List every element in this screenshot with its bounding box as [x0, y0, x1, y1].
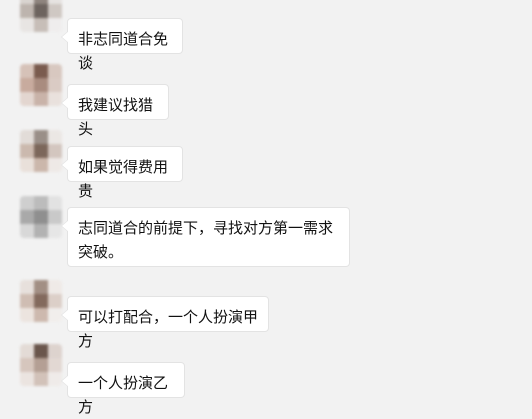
avatar[interactable]: [20, 280, 62, 322]
avatar[interactable]: [20, 130, 62, 172]
message-bubble[interactable]: 一个人扮演乙方: [61, 362, 185, 416]
message-text: 一个人扮演乙方: [78, 374, 169, 416]
message-text: 志同道合的前提下，寻找对方第一需求突破。: [78, 219, 334, 261]
message-bubble[interactable]: 可以打配合，一个人扮演甲方: [61, 296, 269, 350]
avatar[interactable]: [20, 196, 62, 238]
message-row: 非志同道合免谈: [0, 0, 532, 72]
message-bubble[interactable]: 志同道合的前提下，寻找对方第一需求突破。: [61, 207, 350, 267]
avatar[interactable]: [20, 344, 62, 386]
message-row: 一个人扮演乙方: [0, 342, 532, 416]
chat-message-list: 非志同道合免谈 我建议找猎头 如果觉得费用贵 志同道合的前提下，寻找对方第一需求…: [0, 0, 532, 416]
message-row: 我建议找猎头: [0, 60, 532, 138]
avatar[interactable]: [20, 0, 62, 32]
message-row: 可以打配合，一个人扮演甲方: [0, 276, 532, 350]
message-bubble[interactable]: 非志同道合免谈: [61, 18, 183, 72]
message-bubble[interactable]: 我建议找猎头: [61, 84, 169, 138]
message-bubble[interactable]: 如果觉得费用贵: [61, 146, 183, 200]
message-row: 志同道合的前提下，寻找对方第一需求突破。: [0, 190, 532, 276]
avatar[interactable]: [20, 64, 62, 106]
message-row: 如果觉得费用贵: [0, 130, 532, 200]
